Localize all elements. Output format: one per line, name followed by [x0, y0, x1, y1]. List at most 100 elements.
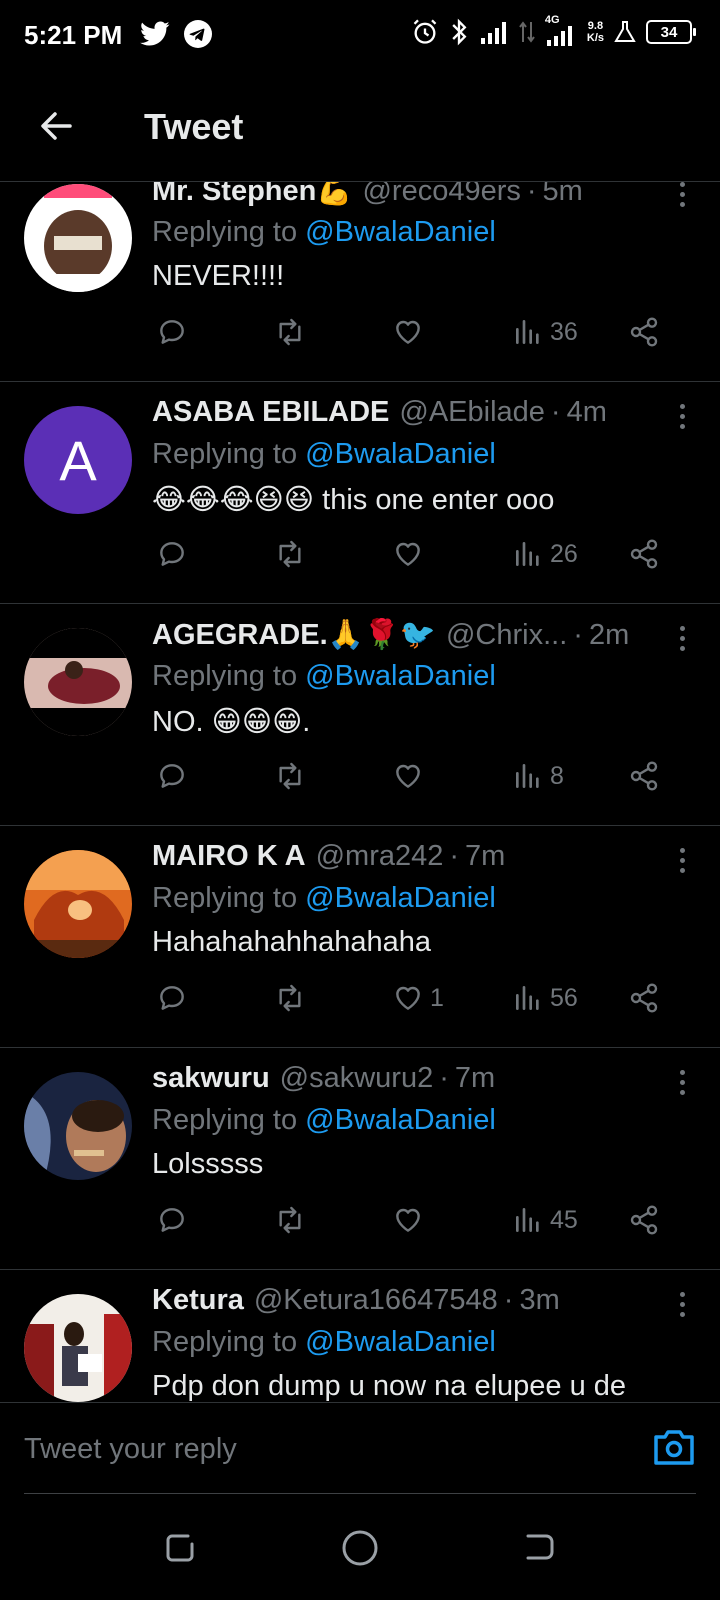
author-name[interactable]: AGEGRADE.🙏🌹🐦: [152, 618, 436, 652]
author-handle[interactable]: @Ketura16647548: [254, 1284, 498, 1317]
avatar[interactable]: A: [24, 406, 132, 514]
tweet-item[interactable]: Mr. Stephen💪 @reco49ers · 5m Replying to…: [0, 182, 720, 382]
author-name[interactable]: MAIRO K A: [152, 840, 306, 873]
avatar[interactable]: [24, 184, 132, 292]
share-button[interactable]: [628, 538, 660, 570]
retweet-button[interactable]: [274, 760, 312, 792]
replies-feed[interactable]: Mr. Stephen💪 @reco49ers · 5m Replying to…: [0, 182, 720, 1402]
avatar[interactable]: [24, 628, 132, 736]
heart-icon: [396, 1208, 420, 1232]
views-button[interactable]: 36: [512, 316, 578, 348]
camera-icon: [654, 1430, 694, 1465]
retweet-icon: [279, 1206, 301, 1234]
tweet-actions: 26: [152, 538, 672, 578]
replying-to: Replying to @BwalaDaniel: [152, 216, 496, 248]
views-button[interactable]: 56: [512, 982, 578, 1014]
page-title: Tweet: [144, 106, 244, 147]
more-options-button[interactable]: [672, 182, 692, 218]
status-system-icons: 4G 9.8 K/s 34: [411, 14, 696, 46]
views-button[interactable]: 26: [512, 538, 578, 570]
status-notification-icons: [140, 20, 212, 48]
tweet-text: 😂😂😂😆😆 this one enter ooo: [152, 484, 555, 516]
data-arrows-icon: [519, 21, 535, 43]
tweet-item[interactable]: AGEGRADE.🙏🌹🐦 @Chrix... · 2m Replying to …: [0, 604, 720, 826]
author-name[interactable]: ASABA EBILADE: [152, 396, 389, 429]
tweet-item[interactable]: sakwuru @sakwuru2 · 7m Replying to @Bwal…: [0, 1048, 720, 1270]
share-button[interactable]: [628, 1204, 660, 1236]
more-options-button[interactable]: [672, 1066, 692, 1106]
author-name[interactable]: sakwuru: [152, 1062, 270, 1095]
reply-button[interactable]: [156, 760, 194, 792]
like-button[interactable]: [392, 1204, 430, 1236]
tweet-text: Lolsssss: [152, 1148, 264, 1180]
more-options-button[interactable]: [672, 1288, 692, 1328]
mention-link[interactable]: @BwalaDaniel: [305, 216, 496, 248]
alarm-icon: [413, 19, 437, 44]
views-button[interactable]: 45: [512, 1204, 578, 1236]
home-button[interactable]: [340, 1528, 380, 1568]
author-name[interactable]: Mr. Stephen💪: [152, 182, 352, 208]
tweet-actions: 45: [152, 1204, 672, 1244]
reply-button[interactable]: [156, 1204, 194, 1236]
like-button[interactable]: [392, 760, 430, 792]
more-options-button[interactable]: [672, 844, 692, 884]
back-nav-button[interactable]: [520, 1528, 560, 1568]
reply-button[interactable]: [156, 316, 194, 348]
like-button[interactable]: 1: [392, 982, 444, 1014]
share-button[interactable]: [628, 316, 660, 348]
mention-link[interactable]: @BwalaDaniel: [305, 882, 496, 914]
reply-input[interactable]: [24, 1433, 584, 1466]
avatar[interactable]: [24, 1072, 132, 1180]
tweet-item[interactable]: A ASABA EBILADE @AEbilade · 4m Replying …: [0, 382, 720, 604]
tweet-text: Hahahahahhahahaha: [152, 926, 431, 958]
replying-to: Replying to @BwalaDaniel: [152, 660, 496, 692]
share-button[interactable]: [628, 982, 660, 1014]
bar-chart-icon: [516, 1208, 539, 1232]
more-options-button[interactable]: [672, 400, 692, 440]
author-handle[interactable]: @mra242: [316, 840, 444, 873]
recents-button[interactable]: [160, 1528, 200, 1568]
tweet-time: 3m: [519, 1284, 560, 1316]
tweet-actions: 8: [152, 760, 672, 800]
retweet-button[interactable]: [274, 538, 312, 570]
retweet-icon: [279, 318, 301, 346]
reply-button[interactable]: [156, 538, 194, 570]
author-name[interactable]: Ketura: [152, 1284, 244, 1317]
retweet-button[interactable]: [274, 316, 312, 348]
views-button[interactable]: 8: [512, 760, 564, 792]
telegram-icon: [184, 20, 212, 48]
retweet-icon: [279, 762, 301, 790]
separator-dot: ·: [526, 182, 537, 207]
mention-link[interactable]: @BwalaDaniel: [305, 1326, 496, 1358]
tweet-item[interactable]: MAIRO K A @mra242 · 7m Replying to @Bwal…: [0, 826, 720, 1048]
avatar[interactable]: [24, 850, 132, 958]
retweet-button[interactable]: [274, 982, 312, 1014]
author-handle[interactable]: @sakwuru2: [280, 1062, 434, 1095]
tweet-item[interactable]: Ketura @Ketura16647548 · 3m Replying to …: [0, 1270, 720, 1402]
battery-indicator: 34: [646, 20, 696, 44]
share-button[interactable]: [628, 760, 660, 792]
like-button[interactable]: [392, 538, 430, 570]
more-options-button[interactable]: [672, 622, 692, 662]
reply-icon: [160, 764, 184, 788]
retweet-icon: [279, 984, 301, 1012]
separator-dot: ·: [573, 619, 583, 651]
author-handle[interactable]: @Chrix...: [446, 619, 567, 652]
author-handle[interactable]: @reco49ers: [362, 182, 520, 208]
back-button[interactable]: [36, 106, 76, 146]
reply-button[interactable]: [156, 982, 194, 1014]
mention-link[interactable]: @BwalaDaniel: [305, 660, 496, 692]
mention-link[interactable]: @BwalaDaniel: [305, 438, 496, 470]
like-button[interactable]: [392, 316, 430, 348]
bluetooth-icon: [452, 18, 467, 46]
mention-link[interactable]: @BwalaDaniel: [305, 1104, 496, 1136]
tweet-time: 7m: [454, 1062, 496, 1094]
heart-icon: [396, 542, 420, 566]
retweet-button[interactable]: [274, 1204, 312, 1236]
author-handle[interactable]: @AEbilade: [399, 396, 545, 429]
back-nav-icon: [526, 1534, 554, 1560]
avatar[interactable]: [24, 1294, 132, 1402]
tweet-time: 7m: [465, 840, 506, 872]
camera-button[interactable]: [652, 1427, 696, 1467]
top-app-bar: Tweet: [0, 72, 720, 182]
